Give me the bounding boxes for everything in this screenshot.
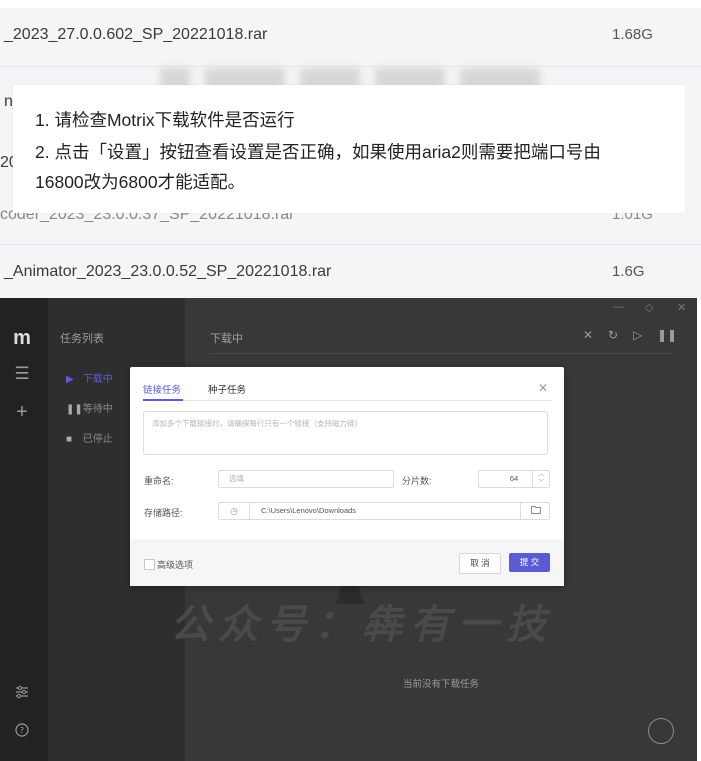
- task-item-label: 下载中: [82, 374, 113, 385]
- rename-label: 重命名:: [144, 476, 174, 486]
- divider: [210, 353, 673, 354]
- file-name: _2023_27.0.0.602_SP_20221018.rar: [4, 26, 268, 43]
- panel-title: 任务列表: [60, 333, 104, 345]
- task-item-downloading[interactable]: ▶ 下载中: [66, 370, 113, 390]
- app-sidebar: m ☰ + ?: [0, 298, 48, 761]
- history-icon[interactable]: ◷: [219, 503, 250, 519]
- add-icon[interactable]: +: [12, 402, 32, 422]
- task-item-label: 已停止: [82, 434, 113, 445]
- task-item-waiting[interactable]: ❚❚ 等待中: [66, 400, 113, 420]
- file-name: _Animator_2023_23.0.0.52_SP_20221018.rar: [4, 263, 332, 280]
- submit-button[interactable]: 提 交: [509, 553, 550, 572]
- chevron-up-icon[interactable]: ︿: [533, 471, 550, 479]
- file-row[interactable]: _2023_27.0.0.602_SP_20221018.rar 1.68G: [0, 8, 701, 67]
- file-size: 1.6G: [612, 263, 645, 280]
- menu-icon[interactable]: ☰: [12, 364, 32, 384]
- task-item-label: 等待中: [82, 404, 113, 415]
- close-icon[interactable]: ✕: [538, 381, 548, 395]
- tab-underline: [143, 400, 551, 401]
- notice-line: 16800改为6800才能适配。: [35, 172, 246, 192]
- pause-all-icon[interactable]: ❚❚: [657, 328, 677, 342]
- path-label: 存储路径:: [144, 508, 183, 518]
- svg-text:?: ?: [20, 726, 24, 735]
- close-window-icon[interactable]: ✕: [677, 301, 686, 314]
- tab-torrent-task[interactable]: 种子任务: [208, 382, 246, 396]
- play-icon: ▶: [66, 374, 74, 385]
- minimize-icon[interactable]: —: [613, 301, 624, 313]
- watermark-text: 公众号：犇有一技: [170, 601, 554, 648]
- file-row[interactable]: _Animator_2023_23.0.0.52_SP_20221018.rar…: [0, 245, 701, 303]
- link-input[interactable]: 添加多个下载链接时，请确保每行只有一个链接（支持磁力链）: [143, 411, 548, 455]
- save-path-input[interactable]: C:\Users\Lenovo\Downloads: [218, 502, 550, 520]
- restore-icon[interactable]: ◇: [645, 301, 653, 314]
- rename-input[interactable]: 选填: [218, 470, 394, 488]
- speedometer-icon[interactable]: [648, 718, 674, 744]
- file-size: 1.68G: [612, 26, 653, 43]
- empty-state-text: 当前没有下载任务: [403, 679, 480, 690]
- add-task-dialog: 链接任务 种子任务 ✕ 添加多个下载链接时，请确保每行只有一个链接（支持磁力链）…: [130, 367, 564, 586]
- resume-all-icon[interactable]: ▷: [633, 328, 642, 342]
- folder-icon[interactable]: [520, 503, 550, 519]
- main-title: 下载中: [210, 333, 243, 345]
- tab-active-indicator: [143, 399, 183, 401]
- refresh-icon[interactable]: ↻: [608, 328, 618, 342]
- stop-icon: ■: [66, 434, 73, 445]
- notice-box: 1. 请检查Motrix下载软件是否运行 2. 点击「设置」按钮查看设置是否正确…: [13, 85, 685, 213]
- notice-line: 1. 请检查Motrix下载软件是否运行: [35, 110, 295, 130]
- advanced-options-label[interactable]: 高级选项: [157, 558, 193, 571]
- help-icon[interactable]: ?: [12, 722, 32, 742]
- cancel-button[interactable]: 取 消: [459, 553, 501, 574]
- delete-icon[interactable]: ✕: [583, 328, 593, 342]
- settings-sliders-icon[interactable]: [12, 684, 32, 704]
- split-count-value: 64: [509, 474, 519, 483]
- chevron-down-icon[interactable]: ﹀: [533, 479, 550, 487]
- notice-line: 2. 点击「设置」按钮查看设置是否正确，如果使用aria2则需要把端口号由: [35, 142, 601, 162]
- app-logo: m: [13, 327, 31, 349]
- split-label: 分片数:: [402, 476, 432, 486]
- task-item-stopped[interactable]: ■ 已停止: [66, 430, 113, 450]
- save-path-value: C:\Users\Lenovo\Downloads: [261, 506, 357, 515]
- pause-icon: ❚❚: [66, 404, 83, 415]
- advanced-options-checkbox[interactable]: [144, 559, 155, 570]
- tab-link-task[interactable]: 链接任务: [143, 382, 181, 396]
- split-count-stepper[interactable]: ︿ ﹀: [532, 471, 550, 487]
